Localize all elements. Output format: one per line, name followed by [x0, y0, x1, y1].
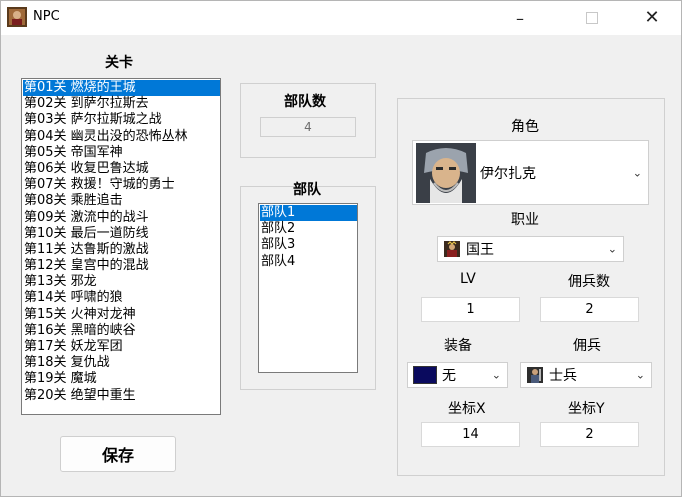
lv-field[interactable]: 1	[421, 297, 520, 322]
character-portrait-icon	[416, 142, 476, 203]
list-item[interactable]: 第05关 帝国军神	[23, 145, 220, 161]
app-icon	[7, 7, 27, 27]
king-icon	[444, 241, 460, 257]
job-select[interactable]: 国王 ⌄	[437, 236, 624, 262]
list-item[interactable]: 第14关 呼啸的狼	[23, 290, 220, 306]
mercenary-count-field[interactable]: 2	[540, 297, 639, 322]
chevron-down-icon: ⌄	[607, 242, 617, 256]
mercenary-select[interactable]: 士兵 ⌄	[520, 362, 652, 388]
equipment-select[interactable]: 无 ⌄	[407, 362, 508, 388]
list-item[interactable]: 第04关 幽灵出没的恐怖丛林	[23, 129, 220, 145]
equipment-label: 装备	[444, 338, 472, 354]
job-label: 职业	[511, 212, 539, 228]
list-item[interactable]: 第09关 激流中的战斗	[23, 210, 220, 226]
troops-label: 部队	[293, 182, 321, 198]
list-item[interactable]: 第12关 皇宫中的混战	[23, 258, 220, 274]
list-item[interactable]: 第13关 邪龙	[23, 274, 220, 290]
maximize-icon	[586, 12, 598, 24]
equipment-value: 无	[442, 368, 456, 384]
minimize-button[interactable]: –	[497, 1, 543, 35]
list-item[interactable]: 部队4	[260, 254, 357, 270]
list-item[interactable]: 第20关 绝望中重生	[23, 388, 220, 404]
character-select[interactable]: 伊尔扎克 ⌄	[412, 140, 649, 205]
chevron-down-icon: ⌄	[632, 166, 642, 179]
list-item[interactable]: 第06关 收复巴鲁达城	[23, 161, 220, 177]
chevron-down-icon: ⌄	[491, 368, 501, 382]
minimize-icon: –	[516, 8, 524, 28]
list-item[interactable]: 第19关 魔城	[23, 371, 220, 387]
character-value: 伊尔扎克	[480, 165, 536, 182]
mercenary-count-label: 佣兵数	[568, 274, 610, 290]
soldier-icon	[527, 367, 543, 383]
list-item[interactable]: 第01关 燃烧的王城	[23, 80, 220, 97]
close-button[interactable]: ✕	[629, 1, 675, 35]
character-label: 角色	[511, 119, 539, 135]
troop-count-label: 部队数	[284, 94, 326, 110]
list-item[interactable]: 第11关 达鲁斯的激战	[23, 242, 220, 258]
list-item[interactable]: 第07关 救援！守城的勇士	[23, 177, 220, 193]
list-item[interactable]: 部队1	[260, 205, 357, 222]
chevron-down-icon: ⌄	[635, 368, 645, 382]
lv-label: LV	[460, 271, 476, 287]
close-icon: ✕	[644, 7, 660, 28]
npc-window: NPC – ✕ 关卡 第01关 燃烧的王城 第02关 到萨尔拉斯去 第03关 萨尔拉…	[0, 0, 682, 497]
window-title: NPC	[33, 9, 60, 24]
mercenary-label: 佣兵	[573, 338, 601, 354]
equipment-color-swatch	[413, 366, 437, 384]
coord-x-label: 坐标X	[448, 401, 486, 417]
title-bar: NPC – ✕	[1, 1, 681, 35]
troop-count-field: 4	[260, 117, 356, 137]
list-item[interactable]: 第15关 火神对龙神	[23, 307, 220, 323]
coord-x-field[interactable]: 14	[421, 422, 520, 447]
stage-list[interactable]: 第01关 燃烧的王城 第02关 到萨尔拉斯去 第03关 萨尔拉斯城之战 第04关 幽灵…	[21, 78, 221, 415]
save-button[interactable]: 保存	[60, 436, 176, 472]
stages-heading: 关卡	[105, 55, 133, 71]
list-item[interactable]: 第16关 黑暗的峡谷	[23, 323, 220, 339]
maximize-button[interactable]	[569, 1, 615, 35]
troop-list[interactable]: 部队1 部队2 部队3 部队4	[258, 203, 358, 373]
list-item[interactable]: 第02关 到萨尔拉斯去	[23, 96, 220, 112]
list-item[interactable]: 部队2	[260, 221, 357, 237]
coord-y-label: 坐标Y	[568, 401, 605, 417]
mercenary-value: 士兵	[549, 368, 577, 384]
job-value: 国王	[466, 242, 494, 258]
list-item[interactable]: 第03关 萨尔拉斯城之战	[23, 112, 220, 128]
list-item[interactable]: 第18关 复仇战	[23, 355, 220, 371]
list-item[interactable]: 第17关 妖龙军团	[23, 339, 220, 355]
list-item[interactable]: 部队3	[260, 237, 357, 253]
list-item[interactable]: 第10关 最后一道防线	[23, 226, 220, 242]
coord-y-field[interactable]: 2	[540, 422, 639, 447]
list-item[interactable]: 第08关 乘胜追击	[23, 193, 220, 209]
